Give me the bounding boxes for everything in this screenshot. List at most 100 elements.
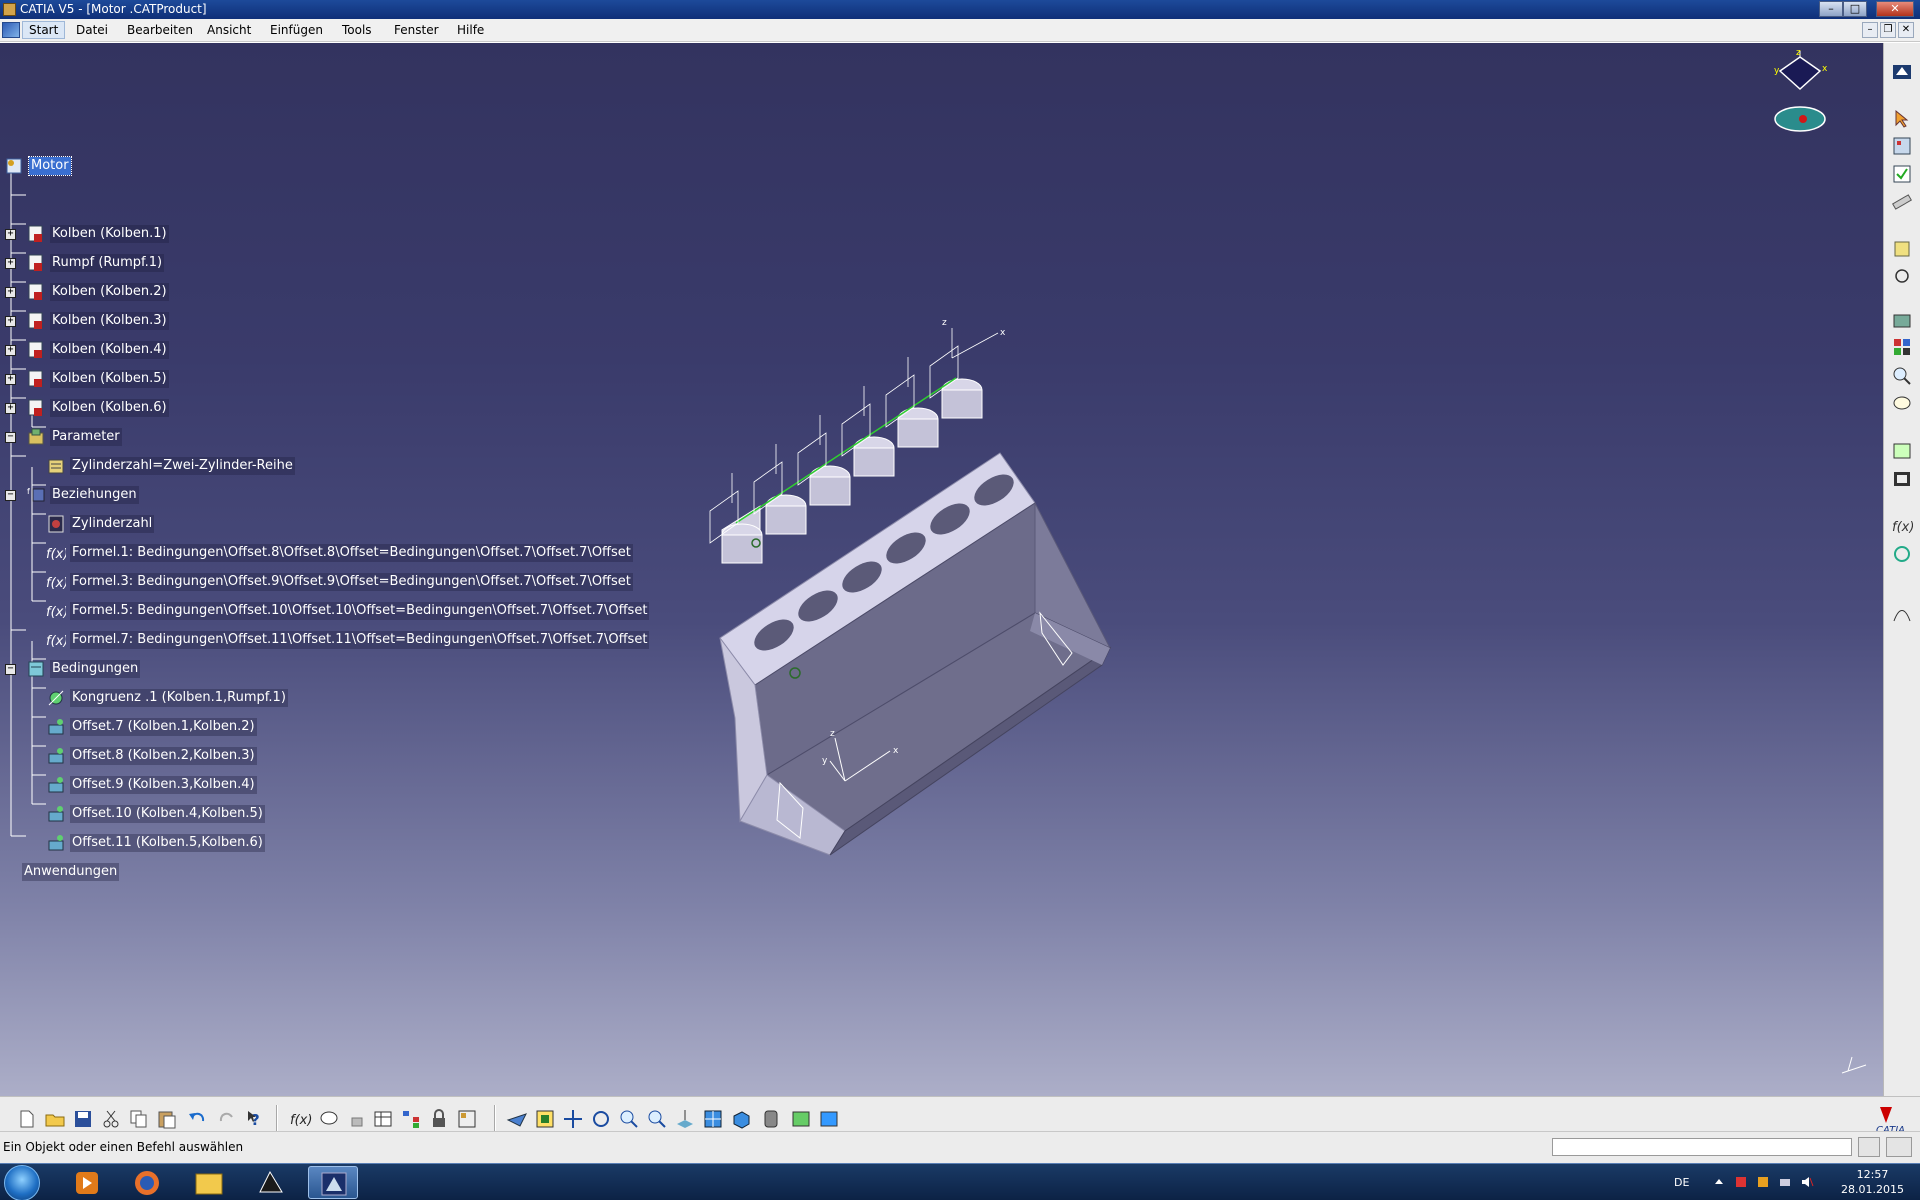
table-icon[interactable] <box>372 1108 394 1130</box>
close-button[interactable]: ✕ <box>1876 1 1914 17</box>
catalog-icon[interactable] <box>1891 135 1913 157</box>
doc-close-button[interactable]: ✕ <box>1898 22 1914 38</box>
hide-show-icon[interactable] <box>790 1108 812 1130</box>
rotate-view-icon[interactable] <box>590 1108 612 1130</box>
catia-menu-logo-icon[interactable] <box>2 22 20 38</box>
collapse-toggle[interactable]: − <box>5 432 16 443</box>
visualization-icon[interactable] <box>1891 468 1913 490</box>
snapshot-icon[interactable] <box>1891 309 1913 331</box>
measure-icon[interactable] <box>1891 191 1913 213</box>
expand-toggle[interactable]: + <box>5 287 16 298</box>
comment-bubble-icon[interactable] <box>318 1108 340 1130</box>
engine-model[interactable]: x y z x z <box>680 273 1140 873</box>
copy-icon[interactable] <box>128 1108 150 1130</box>
flag-icon[interactable] <box>1734 1175 1748 1189</box>
part-icon <box>26 253 46 273</box>
tree-icon[interactable] <box>400 1108 422 1130</box>
sketcher-workbench-icon[interactable] <box>1891 61 1913 83</box>
update-icon[interactable] <box>1891 163 1913 185</box>
new-file-icon[interactable] <box>16 1108 38 1130</box>
zoom-in-icon[interactable] <box>618 1108 640 1130</box>
explorer-icon[interactable] <box>184 1166 234 1199</box>
view-triad-icon <box>1841 1056 1867 1074</box>
maximize-button[interactable]: □ <box>1843 1 1867 17</box>
redo-icon[interactable] <box>216 1108 238 1130</box>
collapse-toggle[interactable]: − <box>5 664 16 675</box>
firefox-icon[interactable] <box>122 1166 172 1199</box>
specification-tree[interactable]: Motor + Kolben (Kolben.1) + Rumpf (Rumpf… <box>0 43 700 881</box>
tree-node-label: Kolben (Kolben.5) <box>50 370 169 388</box>
show-hidden-icons-icon[interactable] <box>1712 1175 1726 1189</box>
expand-toggle[interactable]: + <box>5 316 16 327</box>
zoom-icon[interactable] <box>1891 365 1913 387</box>
fly-icon[interactable] <box>1891 440 1913 462</box>
design-table-icon[interactable] <box>456 1108 478 1130</box>
command-list-button[interactable] <box>1858 1137 1880 1157</box>
catia-active-icon[interactable] <box>308 1166 358 1199</box>
start-button[interactable] <box>4 1165 40 1200</box>
part-icon <box>26 398 46 418</box>
expand-toggle[interactable]: + <box>5 258 16 269</box>
scene-icon[interactable] <box>1891 336 1913 358</box>
menu-fenster[interactable]: Fenster <box>394 23 439 37</box>
expand-toggle[interactable]: + <box>5 345 16 356</box>
menu-ansicht[interactable]: Ansicht <box>207 23 251 37</box>
swap-visible-icon[interactable] <box>818 1108 840 1130</box>
command-input[interactable] <box>1552 1138 1852 1156</box>
fit-all-icon[interactable] <box>534 1108 556 1130</box>
collapse-toggle[interactable]: − <box>5 490 16 501</box>
doc-restore-button[interactable]: ❐ <box>1880 22 1896 38</box>
expand-toggle[interactable]: + <box>5 229 16 240</box>
volume-icon[interactable] <box>1800 1175 1814 1189</box>
tree-node-label: Offset.11 (Kolben.5,Kolben.6) <box>70 834 265 852</box>
network-icon[interactable] <box>1778 1175 1792 1189</box>
open-folder-icon[interactable] <box>44 1108 66 1130</box>
svg-text:f(x): f(x) <box>290 1113 312 1128</box>
paste-icon[interactable] <box>156 1108 178 1130</box>
normal-view-icon[interactable] <box>674 1108 696 1130</box>
pan-icon[interactable] <box>562 1108 584 1130</box>
help-icon[interactable]: ? <box>246 1108 268 1130</box>
menu-datei[interactable]: Datei <box>76 23 108 37</box>
menu-hilfe[interactable]: Hilfe <box>457 23 484 37</box>
menu-bearbeiten[interactable]: Bearbeiten <box>127 23 193 37</box>
right-toolbar: f(x) <box>1883 43 1920 1096</box>
svg-text:f(x): f(x) <box>46 547 66 562</box>
formula-fx-icon[interactable]: f(x) <box>290 1108 312 1130</box>
compass-widget[interactable]: z x y <box>1760 49 1840 139</box>
rotate-icon[interactable] <box>1891 265 1913 287</box>
tray-app-icon[interactable] <box>1756 1175 1770 1189</box>
command-search-button[interactable] <box>1886 1137 1912 1157</box>
zoom-out-icon[interactable] <box>646 1108 668 1130</box>
parameter-icon <box>26 427 46 447</box>
minimize-button[interactable]: – <box>1819 1 1843 17</box>
status-message: Ein Objekt oder einen Befehl auswählen <box>3 1140 244 1154</box>
padlock-icon[interactable] <box>428 1108 450 1130</box>
tree-node-label: Formel.7: Bedingungen\Offset.11\Offset.1… <box>70 631 650 649</box>
iso-view-icon[interactable] <box>730 1108 752 1130</box>
shading-icon[interactable] <box>760 1108 782 1130</box>
annotation-icon[interactable] <box>1891 238 1913 260</box>
comment-icon[interactable] <box>1891 393 1913 415</box>
cut-icon[interactable] <box>100 1108 122 1130</box>
clock[interactable]: 12:57 28.01.2015 <box>1841 1167 1904 1197</box>
doc-minimize-button[interactable]: – <box>1862 22 1878 38</box>
formula-tool-icon[interactable]: f(x) <box>1891 515 1914 537</box>
fly-mode-icon[interactable] <box>506 1108 528 1130</box>
multi-view-icon[interactable] <box>702 1108 724 1130</box>
menu-start[interactable]: Start <box>22 21 66 39</box>
lock-icon[interactable] <box>346 1108 368 1130</box>
save-icon[interactable] <box>72 1108 94 1130</box>
language-indicator[interactable]: DE <box>1674 1176 1689 1189</box>
expand-toggle[interactable]: + <box>5 374 16 385</box>
knowledge-icon[interactable] <box>1891 603 1913 625</box>
catia-v5-icon[interactable] <box>246 1166 296 1199</box>
undo-icon[interactable] <box>186 1108 208 1130</box>
menu-einfuegen[interactable]: Einfügen <box>270 23 323 37</box>
3d-viewport[interactable]: z x y x y z x z Motor + Kolben (Kolben.1… <box>0 43 1883 1096</box>
select-arrow-icon[interactable] <box>1891 108 1913 130</box>
menu-tools[interactable]: Tools <box>342 23 372 37</box>
media-player-icon[interactable] <box>62 1166 112 1199</box>
expand-toggle[interactable]: + <box>5 403 16 414</box>
law-icon[interactable] <box>1891 543 1913 565</box>
